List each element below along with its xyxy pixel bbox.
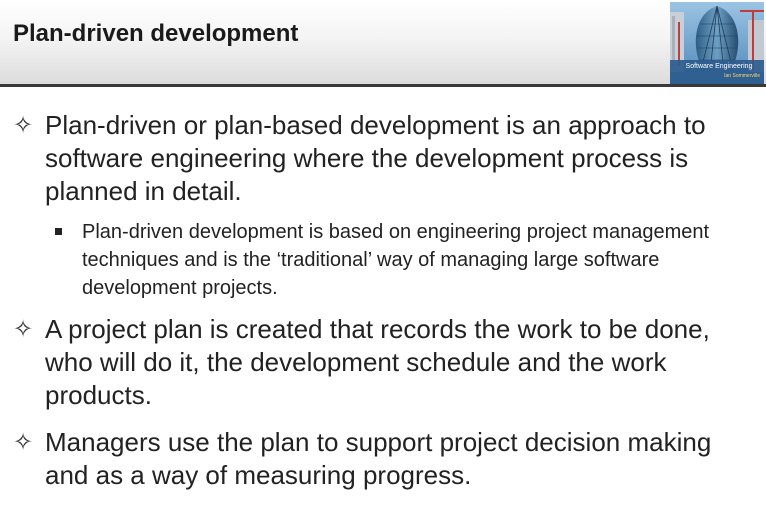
bullet-item: ✧ A project plan is created that records…: [13, 313, 753, 412]
bullet-text: Managers use the plan to support project…: [45, 427, 712, 490]
bullet-text: Plan-driven or plan-based development is…: [45, 110, 706, 206]
book-cover-illustration: [670, 2, 764, 84]
cover-author: Ian Sommerville: [724, 73, 760, 79]
diamond-bullet-icon: ✧: [13, 316, 34, 343]
slide-header: Plan-driven development Software Enginee…: [0, 0, 766, 84]
sub-bullet-text: Plan-driven development is based on engi…: [82, 221, 710, 299]
bullet-item: ✧ Managers use the plan to support proje…: [13, 426, 753, 492]
bullet-item: ✧ Plan-driven or plan-based development …: [13, 109, 753, 208]
diamond-bullet-icon: ✧: [13, 112, 34, 139]
bullet-text: A project plan is created that records t…: [45, 314, 710, 410]
slide-title: Plan-driven development: [13, 20, 299, 47]
cover-title: Software Engineering: [685, 63, 753, 70]
header-divider: [0, 84, 766, 87]
diamond-bullet-icon: ✧: [13, 429, 34, 456]
sub-bullet-item: Plan-driven development is based on engi…: [55, 218, 755, 302]
book-cover-image: Software Engineering Ian Sommerville: [670, 2, 764, 84]
square-bullet-icon: [55, 228, 62, 235]
